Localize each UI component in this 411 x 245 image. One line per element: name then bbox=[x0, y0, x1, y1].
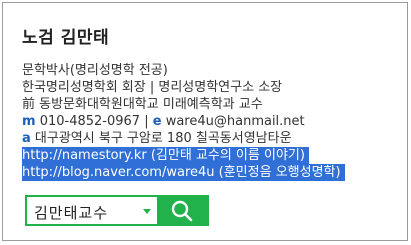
contact-separator: | bbox=[144, 114, 149, 129]
profile-name: 노검 김만태 bbox=[22, 28, 110, 48]
link-blog-row: http://blog.naver.com/ware4u (훈민정음 오행성명학… bbox=[22, 164, 345, 181]
profile-position: 한국명리성명학회 회장 | 명리성명학연구소 소장 bbox=[22, 80, 283, 95]
search-box[interactable]: 김만태교수 bbox=[25, 195, 209, 226]
email-address[interactable]: ware4u@hanmail.net bbox=[166, 114, 305, 129]
mobile-label: m bbox=[22, 114, 36, 129]
address-text: 대구광역시 북구 구암로 180 칠곡동서영남타운 bbox=[34, 131, 292, 146]
profile-info: 문학박사(명리성명학 전공) 한국명리성명학회 회장 | 명리성명학연구소 소장… bbox=[22, 62, 345, 181]
search-button[interactable] bbox=[157, 197, 207, 224]
address-label: a bbox=[22, 131, 31, 146]
profile-former: 前 동방문화대학원대학교 미래예측학과 교수 bbox=[22, 97, 263, 112]
search-icon bbox=[171, 200, 193, 222]
search-input[interactable]: 김만태교수 bbox=[34, 202, 108, 223]
mobile-number: 010-4852-0967 bbox=[39, 114, 141, 129]
link-blog[interactable]: http://blog.naver.com/ware4u (훈민정음 오행성명학… bbox=[22, 164, 345, 181]
caret-down-icon[interactable] bbox=[137, 203, 157, 219]
profile-card: 노검 김만태 문학박사(명리성명학 전공) 한국명리성명학회 회장 | 명리성명… bbox=[2, 2, 408, 241]
link-namestory[interactable]: http://namestory.kr (김만태 교수의 이름 이야기) bbox=[22, 147, 309, 164]
profile-title: 문학박사(명리성명학 전공) bbox=[22, 63, 168, 78]
link-namestory-row: http://namestory.kr (김만태 교수의 이름 이야기) bbox=[22, 147, 345, 164]
email-label: e bbox=[152, 114, 162, 129]
contact-row: m 010-4852-0967 | e ware4u@hanmail.net bbox=[22, 113, 345, 130]
address-row: a 대구광역시 북구 구암로 180 칠곡동서영남타운 bbox=[22, 130, 345, 147]
